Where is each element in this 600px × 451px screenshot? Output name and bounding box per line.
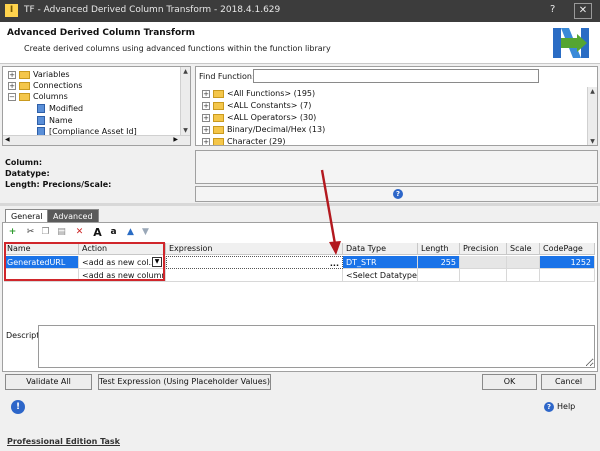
tree-item-variables[interactable]: + Variables (8, 69, 70, 80)
scroll-left-icon[interactable]: ◀ (5, 136, 10, 143)
professional-edition-link[interactable]: Professional Edition Task (7, 437, 120, 446)
help-link[interactable]: Help (557, 402, 575, 411)
delete-icon[interactable]: ✕ (74, 227, 85, 238)
scroll-right-icon[interactable]: ▶ (173, 136, 178, 143)
expand-icon[interactable]: + (202, 113, 210, 122)
cell-expression-new[interactable] (166, 269, 343, 282)
cell-precision-new[interactable] (460, 269, 507, 282)
folder-icon (19, 70, 30, 79)
function-group-character[interactable]: + Character (29) (202, 136, 285, 145)
copy-icon[interactable]: ❐ (40, 227, 51, 238)
move-up-icon[interactable]: ▲ (125, 227, 136, 238)
scroll-up-icon[interactable]: ▲ (181, 68, 190, 75)
expand-icon[interactable]: + (202, 89, 210, 98)
title-help-button[interactable]: ? (550, 4, 555, 15)
function-group-all-functions[interactable]: + <All Functions> (195) (202, 88, 315, 99)
product-logo-icon (553, 28, 589, 58)
title-bar: I TF - Advanced Derived Column Transform… (0, 0, 600, 22)
column-icon (37, 116, 45, 125)
highlight-box (4, 242, 165, 281)
cell-scale (507, 256, 540, 269)
header-subtitle: Create derived columns using advanced fu… (24, 44, 331, 53)
tree-horizontal-scrollbar[interactable]: ◀ ▶ (3, 135, 190, 145)
grid-header-scale[interactable]: Scale (507, 243, 540, 255)
expand-icon[interactable]: + (8, 81, 16, 90)
scroll-down-icon[interactable]: ▼ (181, 127, 190, 134)
cut-icon[interactable]: ✂ (25, 227, 36, 238)
expand-icon[interactable]: + (202, 101, 210, 110)
function-description-box (195, 150, 598, 184)
cell-length-new[interactable] (418, 269, 460, 282)
tab-general[interactable]: General (5, 209, 49, 223)
function-group-binary[interactable]: + Binary/Decimal/Hex (13) (202, 124, 325, 135)
column-tree-panel[interactable]: + Variables + Connections − Columns Modifie… (2, 66, 191, 146)
cell-data-type-value: DT_STR (346, 258, 377, 267)
column-info-panel: Column: Datatype: Length: Precions/Scale… (2, 150, 191, 202)
length-precision-label: Length: Precions/Scale: (5, 180, 112, 189)
function-group-all-constants[interactable]: + <ALL Constants> (7) (202, 100, 311, 111)
add-row-icon[interactable]: + (7, 227, 18, 238)
cell-codepage-new[interactable] (540, 269, 595, 282)
cell-data-type-new[interactable]: <Select Datatype> (343, 269, 418, 282)
app-icon: I (5, 4, 18, 17)
grid-header-length[interactable]: Length (418, 243, 460, 255)
tree-item-name[interactable]: Name (37, 115, 73, 126)
grid-header-codepage[interactable]: CodePage (540, 243, 595, 255)
move-down-icon[interactable]: ▼ (140, 227, 151, 238)
function-help-bar: ? (195, 186, 598, 202)
folder-icon (213, 137, 224, 145)
folder-icon (213, 125, 224, 134)
validate-all-button[interactable]: Validate All (5, 374, 92, 390)
lowercase-icon[interactable]: a (108, 227, 119, 238)
tree-item-modified[interactable]: Modified (37, 103, 83, 114)
tab-advanced[interactable]: Advanced (47, 209, 99, 223)
description-input[interactable] (38, 325, 595, 368)
cell-precision (460, 256, 507, 269)
close-button[interactable]: ✕ (574, 3, 592, 19)
cell-scale-new[interactable] (507, 269, 540, 282)
cancel-button[interactable]: Cancel (541, 374, 596, 390)
cell-codepage[interactable]: 1252 (540, 256, 595, 269)
datatype-label: Datatype: (5, 169, 50, 178)
header-banner: Advanced Derived Column Transform Create… (0, 22, 600, 64)
window-title: TF - Advanced Derived Column Transform -… (24, 5, 281, 15)
tree-item-columns[interactable]: − Columns (8, 91, 68, 102)
function-vertical-scrollbar[interactable]: ▲ ▼ (587, 87, 597, 145)
info-icon[interactable]: ! (11, 400, 25, 414)
folder-icon (19, 92, 30, 101)
cell-length[interactable]: 255 (418, 256, 460, 269)
find-function-label: Find Function: (199, 72, 255, 81)
expand-icon[interactable]: + (202, 125, 210, 134)
help-icon[interactable]: ? (544, 402, 554, 412)
ellipsis-button[interactable]: ... (330, 257, 339, 268)
scroll-down-icon[interactable]: ▼ (588, 138, 597, 145)
header-title: Advanced Derived Column Transform (7, 28, 195, 38)
folder-icon (213, 113, 224, 122)
folder-icon (213, 89, 224, 98)
ok-button[interactable]: OK (482, 374, 537, 390)
function-help-icon[interactable]: ? (393, 189, 403, 199)
annotation-arrow-icon (320, 169, 341, 255)
collapse-icon[interactable]: − (8, 92, 16, 101)
expand-icon[interactable]: + (8, 70, 16, 79)
uppercase-icon[interactable]: A (92, 227, 103, 238)
folder-icon (213, 101, 224, 110)
paste-icon[interactable]: ▤ (56, 227, 67, 238)
scroll-up-icon[interactable]: ▲ (588, 88, 597, 95)
function-library-panel[interactable]: Find Function: + <All Functions> (195) + <… (195, 66, 598, 146)
expand-icon[interactable]: + (202, 137, 210, 145)
column-label: Column: (5, 158, 43, 167)
tree-item-connections[interactable]: + Connections (8, 80, 82, 91)
column-icon (37, 104, 45, 113)
test-expression-button[interactable]: Test Expression (Using Placeholder Value… (98, 374, 271, 390)
grid-header-precision[interactable]: Precision (460, 243, 507, 255)
find-function-input[interactable] (253, 69, 539, 83)
folder-icon (19, 81, 30, 90)
function-group-all-operators[interactable]: + <ALL Operators> (30) (202, 112, 316, 123)
tree-vertical-scrollbar[interactable]: ▲ ▼ (180, 67, 190, 145)
